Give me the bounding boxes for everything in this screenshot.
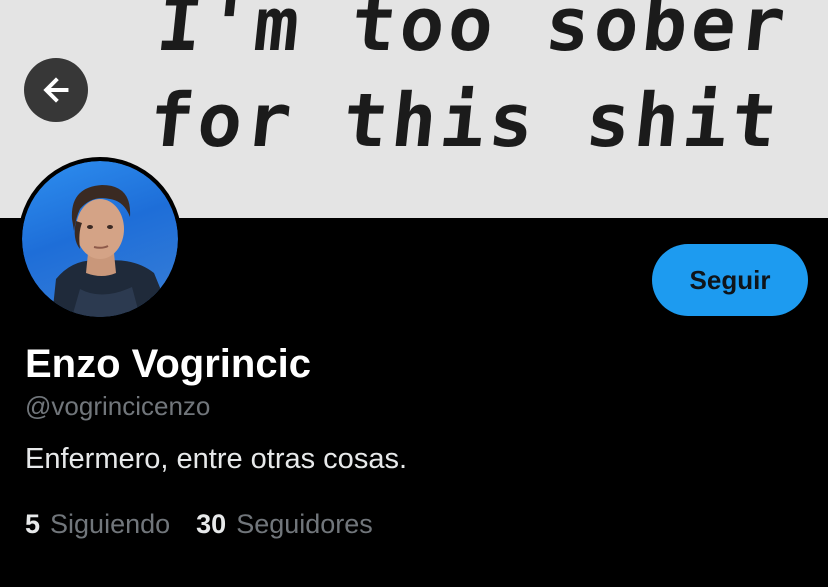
profile-bio: Enfermero, entre otras cosas. xyxy=(25,443,407,475)
following-count: 5 xyxy=(25,509,41,539)
avatar-photo xyxy=(22,161,178,317)
display-name: Enzo Vogrincic xyxy=(25,342,311,386)
following-label: Siguiendo xyxy=(50,509,171,539)
banner-line-2: for this shit xyxy=(144,78,785,164)
profile-stats: 5 Siguiendo 30 Seguidores xyxy=(25,509,373,540)
avatar-portrait xyxy=(52,185,172,317)
following-link[interactable]: 5 Siguiendo xyxy=(25,509,170,540)
followers-count: 30 xyxy=(196,509,227,539)
arrow-left-icon xyxy=(43,77,69,103)
avatar[interactable] xyxy=(18,157,182,321)
back-button[interactable] xyxy=(24,58,88,122)
followers-label: Seguidores xyxy=(236,509,373,539)
banner-line-1: I'm too sober xyxy=(152,0,794,68)
followers-link[interactable]: 30 Seguidores xyxy=(196,509,373,540)
follow-button[interactable]: Seguir xyxy=(652,244,808,316)
profile-handle: @vogrincicenzo xyxy=(25,391,211,421)
